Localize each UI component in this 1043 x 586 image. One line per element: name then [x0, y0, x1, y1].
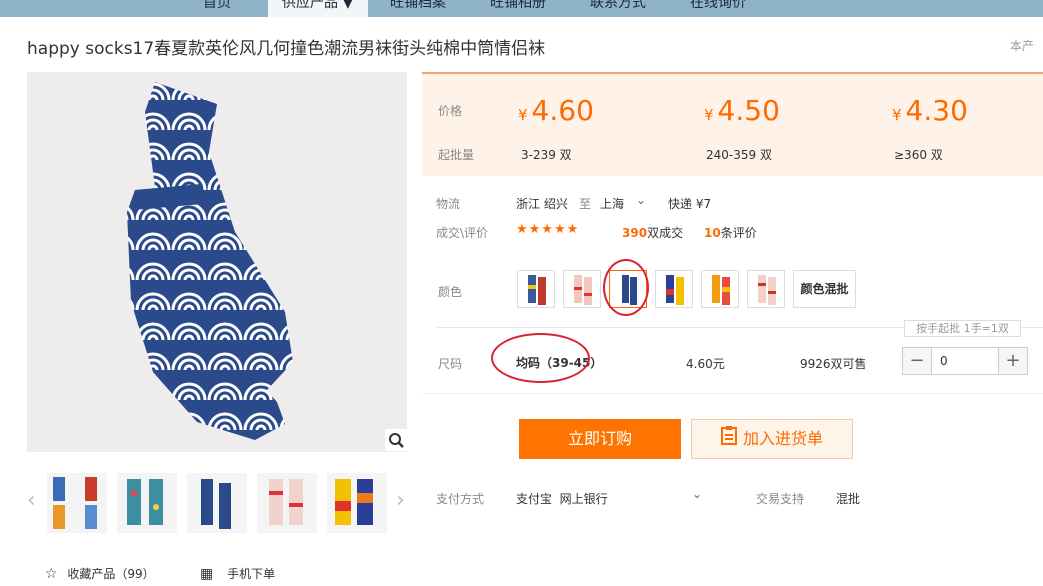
- main-product-image[interactable]: [27, 72, 407, 452]
- thumbnail-1[interactable]: [47, 473, 107, 533]
- divider: [422, 393, 1043, 394]
- unit-price: 4.60元: [686, 357, 725, 371]
- payment-label: 支付方式: [436, 492, 485, 506]
- deal-count-suffix: 双成交: [647, 226, 684, 240]
- swatch-socks-image: [712, 275, 730, 305]
- thumbnail-teal-socks: [127, 479, 163, 525]
- thumbnail-mixed-socks: [53, 477, 97, 529]
- quantity-stepper: − 0 +: [902, 347, 1028, 375]
- ship-from: 浙江 绍兴: [516, 197, 568, 211]
- price-tier-2-value: 4.50: [717, 94, 780, 127]
- review-count-suffix: 条评价: [720, 226, 757, 240]
- price-tier-3-range: ≥360 双: [894, 148, 943, 162]
- price-panel: 价格 起批量 ¥4.60 3-239 双 ¥4.50 240-359 双 ¥4.…: [422, 72, 1043, 176]
- thumbnail-3[interactable]: [187, 473, 247, 533]
- swatch-socks-image: [666, 275, 684, 305]
- socks-illustration: [127, 82, 293, 440]
- star-outline-icon: ☆: [45, 566, 58, 582]
- nav-contact[interactable]: 联系方式: [590, 0, 660, 17]
- thumbnail-red-socks: [269, 479, 303, 525]
- minus-button[interactable]: −: [903, 348, 931, 374]
- swatch-socks-image: [758, 275, 776, 305]
- moq-tip: 按手起批 1手=1双: [904, 320, 1021, 337]
- review-count[interactable]: 10条评价: [704, 224, 757, 241]
- size-label: 尺码: [438, 357, 463, 371]
- stock-available: 9926双可售: [800, 357, 867, 371]
- deals-label: 成交\评价: [436, 226, 489, 240]
- payment-methods: 支付宝 网上银行: [516, 492, 608, 506]
- swatch-socks-image: [528, 275, 546, 305]
- highlight-ellipse: [491, 333, 590, 383]
- quantity-input[interactable]: 0: [931, 348, 999, 374]
- clipboard-icon: [720, 421, 737, 459]
- currency-symbol: ¥: [704, 106, 714, 124]
- color-swatch-6[interactable]: [747, 270, 785, 308]
- price-tier-1-value: 4.60: [531, 94, 594, 127]
- nav-shop-profile[interactable]: 旺铺档案: [390, 0, 460, 17]
- deal-count[interactable]: 390双成交: [622, 224, 683, 241]
- qr-code-icon: ▦: [200, 566, 214, 582]
- nav-inquiry[interactable]: 在线询价: [690, 0, 760, 17]
- rating-stars: ★★★★★: [516, 222, 580, 237]
- add-to-cart-label: 加入进货单: [742, 429, 823, 448]
- thumbnail-blue-socks: [201, 479, 231, 529]
- nav-shop-album[interactable]: 旺铺相册: [490, 0, 560, 17]
- logistics-label: 物流: [436, 197, 461, 211]
- corner-text[interactable]: 本产: [1010, 37, 1034, 54]
- price-tier-3: ¥4.30: [892, 94, 968, 127]
- thumbnail-2[interactable]: [117, 473, 177, 533]
- nav-products[interactable]: 供应产品 ▼: [268, 0, 368, 17]
- color-swatch-4[interactable]: [655, 270, 693, 308]
- top-navigation: 首页 供应产品 ▼ 旺铺档案 旺铺相册 联系方式 在线询价: [0, 0, 1043, 17]
- ship-to-word: 至: [579, 197, 592, 211]
- trade-support-label: 交易支持: [756, 492, 805, 506]
- color-swatch-1[interactable]: [517, 270, 555, 308]
- thumbnail-4[interactable]: [257, 473, 317, 533]
- favorite-link[interactable]: ☆ 收藏产品（99）: [45, 565, 155, 582]
- highlight-ellipse: [603, 259, 649, 316]
- price-tier-1: ¥4.60: [518, 94, 594, 127]
- plus-button[interactable]: +: [999, 348, 1027, 374]
- currency-symbol: ¥: [518, 106, 528, 124]
- mobile-order-label: 手机下单: [227, 567, 276, 581]
- chevron-down-icon[interactable]: ⌄: [692, 487, 702, 501]
- express-fee: 快递 ¥7: [668, 197, 712, 211]
- product-title: happy socks17春夏款英伦风几何撞色潮流男袜街头纯棉中筒情侣袜: [27, 39, 546, 59]
- moq-label: 起批量: [438, 148, 475, 162]
- magnifier-icon: [389, 433, 404, 448]
- chevron-left-icon[interactable]: ‹: [27, 488, 36, 513]
- chevron-down-icon[interactable]: ⌄: [636, 193, 646, 207]
- currency-symbol: ¥: [892, 106, 902, 124]
- color-swatch-2[interactable]: [563, 270, 601, 308]
- mobile-order-link[interactable]: ▦ 手机下单: [200, 565, 275, 582]
- add-to-cart-button[interactable]: 加入进货单: [691, 419, 853, 459]
- thumbnail-5[interactable]: [327, 473, 387, 533]
- swatch-socks-image: [574, 275, 592, 305]
- price-tier-1-range: 3-239 双: [521, 148, 572, 162]
- color-label: 颜色: [438, 285, 463, 299]
- price-label: 价格: [438, 104, 463, 118]
- color-mixed-button[interactable]: 颜色混批: [793, 270, 856, 308]
- deal-count-number: 390: [622, 226, 648, 240]
- thumbnail-color-block-socks: [335, 479, 373, 525]
- color-swatch-5[interactable]: [701, 270, 739, 308]
- chevron-right-icon[interactable]: ›: [396, 488, 405, 513]
- nav-home[interactable]: 首页: [203, 0, 241, 17]
- price-tier-2: ¥4.50: [704, 94, 780, 127]
- ship-to-select[interactable]: 上海: [600, 195, 624, 212]
- zoom-button[interactable]: [385, 429, 407, 451]
- buy-now-button[interactable]: 立即订购: [519, 419, 681, 459]
- price-tier-2-range: 240-359 双: [706, 148, 772, 162]
- review-count-number: 10: [704, 226, 721, 240]
- price-tier-3-value: 4.30: [905, 94, 968, 127]
- favorite-label: 收藏产品（99）: [67, 567, 155, 581]
- trade-support-value: 混批: [836, 492, 861, 506]
